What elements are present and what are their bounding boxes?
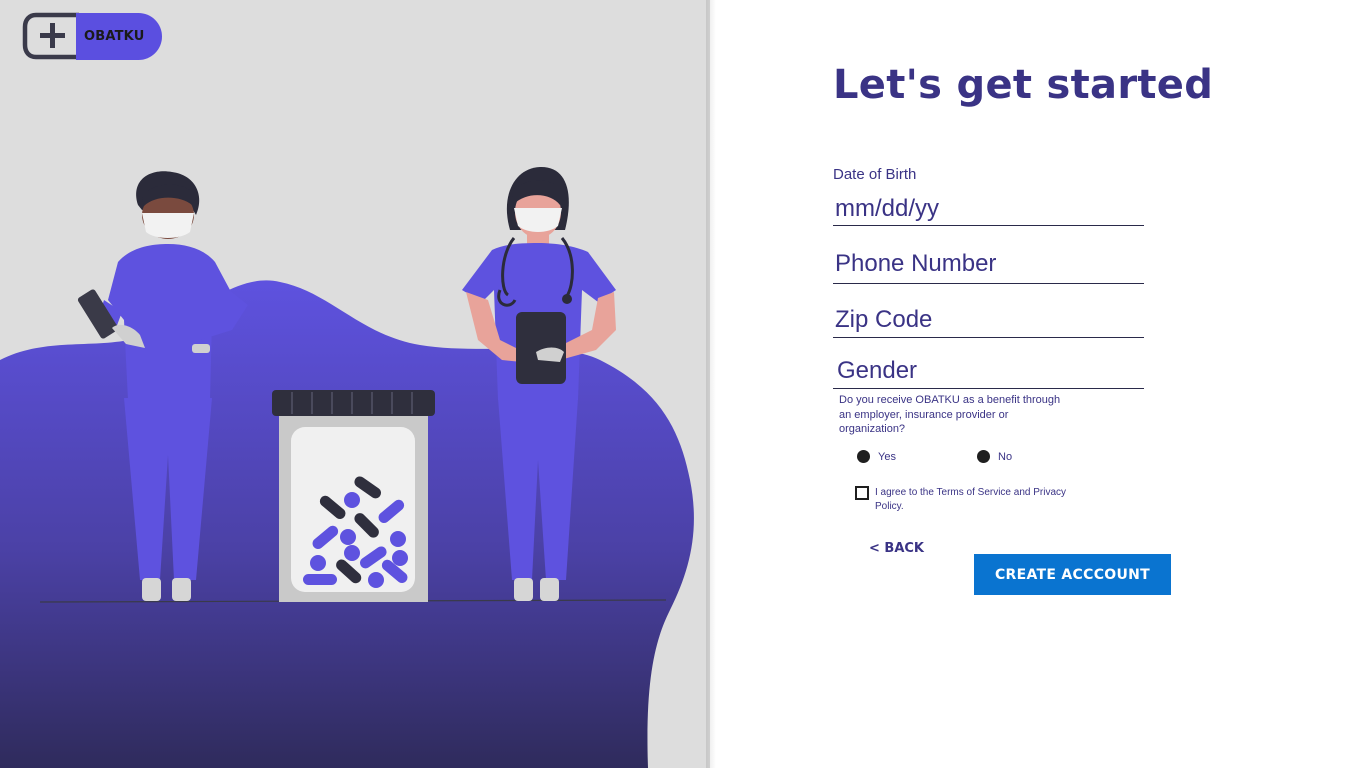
- create-account-button[interactable]: CREATE ACCCOUNT: [974, 554, 1171, 595]
- radio-no[interactable]: No: [977, 450, 1012, 463]
- pill-jar: [272, 390, 435, 602]
- dob-label: Date of Birth: [833, 166, 917, 183]
- illustration-panel: OBATKU: [0, 0, 710, 768]
- back-button[interactable]: < BACK: [869, 541, 924, 556]
- page-title: Let's get started: [833, 62, 1214, 108]
- medical-cross-icon: [22, 12, 79, 60]
- radio-yes-label: Yes: [878, 450, 896, 463]
- radio-no-label: No: [998, 450, 1013, 463]
- panel-divider: [706, 0, 716, 768]
- doctors-illustration: [0, 166, 694, 768]
- benefit-question: Do you receive OBATKU as a benefit throu…: [839, 394, 1061, 435]
- terms-text: I agree to the Terms of Service and Priv…: [875, 487, 1067, 512]
- logo-badge: OBATKU: [76, 12, 162, 60]
- phone-field[interactable]: [833, 244, 1144, 284]
- logo[interactable]: OBATKU: [22, 11, 162, 61]
- zip-field[interactable]: [833, 302, 1144, 338]
- radio-yes[interactable]: Yes: [857, 450, 896, 463]
- signup-form: Let's get started Date of Birth Do you r…: [716, 0, 1366, 768]
- gender-field[interactable]: [833, 354, 1144, 389]
- terms-agreement: I agree to the Terms of Service and Priv…: [855, 486, 1085, 514]
- radio-filled-icon: [977, 450, 990, 463]
- radio-filled-icon: [857, 450, 870, 463]
- brand-name: OBATKU: [84, 28, 145, 44]
- dob-field[interactable]: [833, 193, 1144, 226]
- checkbox-icon[interactable]: [855, 486, 869, 500]
